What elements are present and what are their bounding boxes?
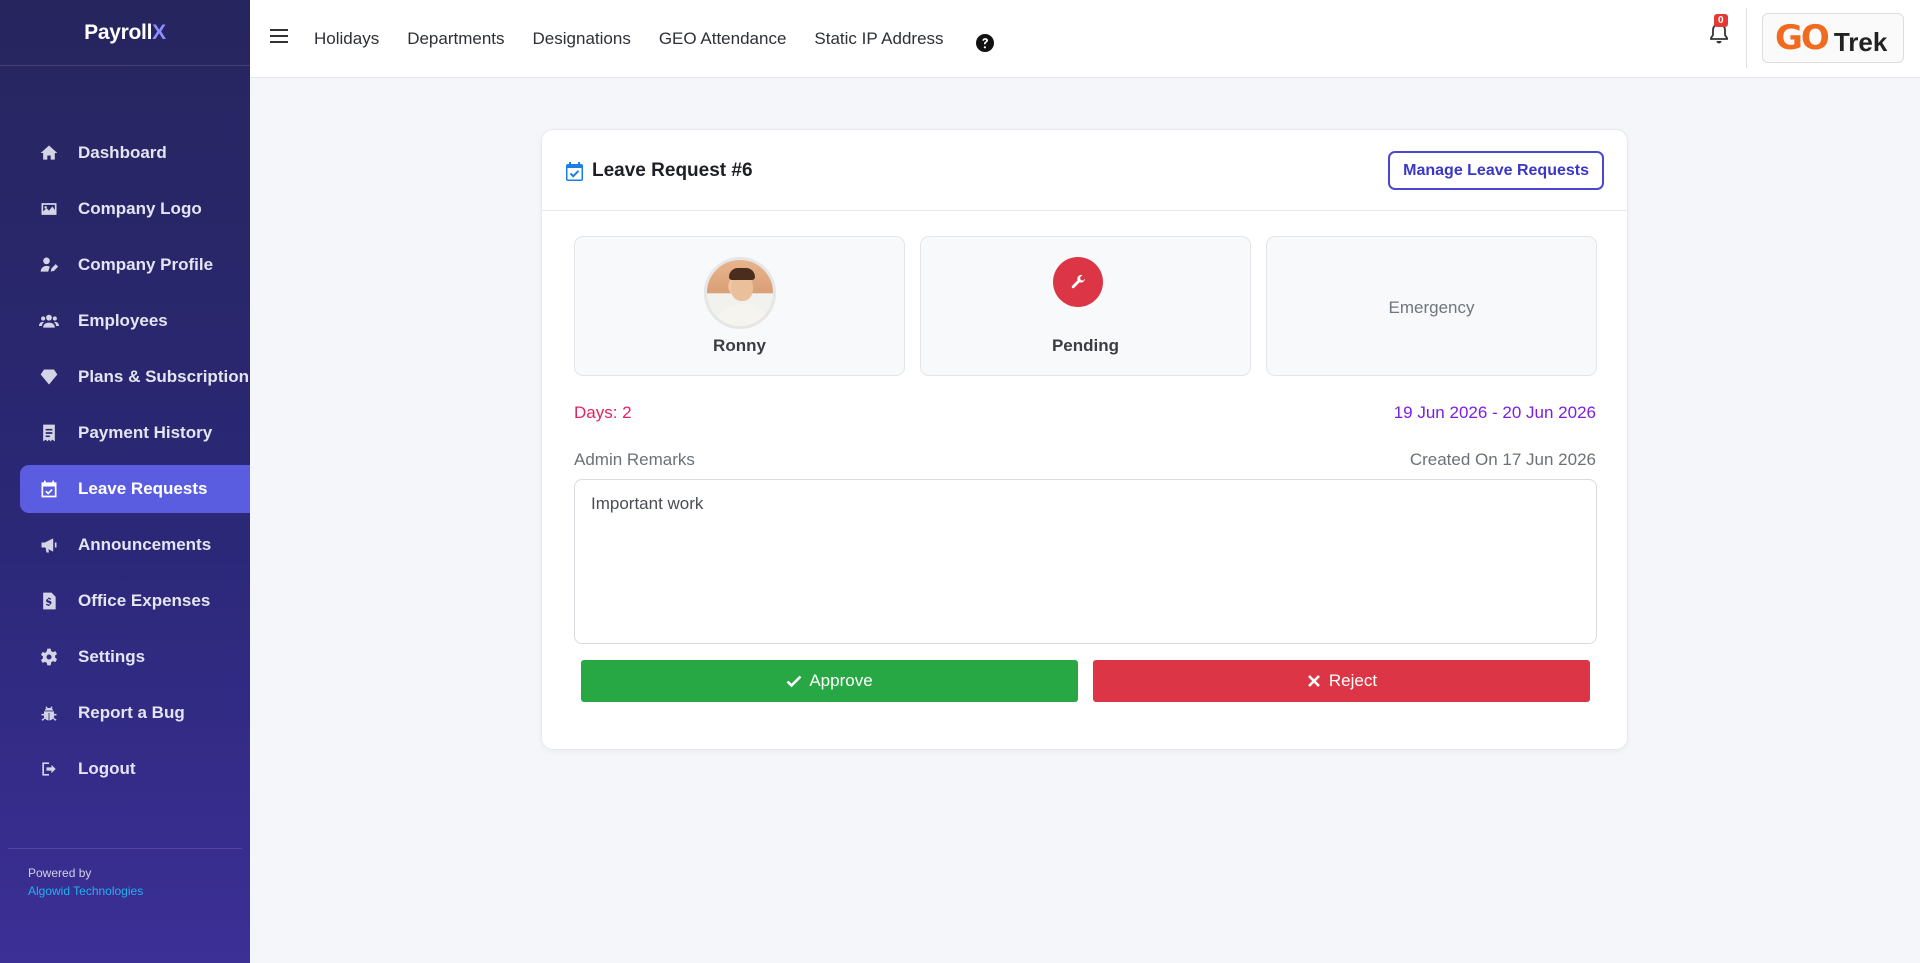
- top-link-geo-attendance[interactable]: GEO Attendance: [659, 29, 787, 49]
- sidebar-item-settings[interactable]: Settings: [0, 633, 250, 681]
- logo-go-text: GO: [1775, 18, 1830, 58]
- file-invoice-dollar-icon: [38, 590, 60, 612]
- leave-request-card: Leave Request #6 Manage Leave Requests R…: [541, 129, 1628, 750]
- sidebar-item-label: Leave Requests: [78, 479, 208, 498]
- admin-remarks-textarea[interactable]: Important work: [574, 479, 1597, 644]
- sidebar-item-label: Payment History: [78, 423, 213, 442]
- approve-button[interactable]: Approve: [581, 660, 1078, 702]
- card-title-text: Leave Request #6: [592, 160, 753, 181]
- user-edit-icon: [38, 254, 60, 276]
- receipt-icon: [38, 422, 60, 444]
- sidebar-item-payment-history[interactable]: Payment History: [0, 409, 250, 457]
- avatar: [704, 257, 776, 329]
- company-link[interactable]: Algowid Technologies: [28, 884, 242, 898]
- gear-icon: [38, 646, 60, 668]
- calendar-check-icon: [38, 478, 60, 500]
- created-on-text: Created On 17 Jun 2026: [1409, 450, 1596, 469]
- users-icon: [38, 310, 60, 332]
- sidebar-footer: Powered by Algowid Technologies: [8, 848, 242, 898]
- top-link-departments[interactable]: Departments: [407, 29, 504, 49]
- notification-count-badge: 0: [1714, 14, 1728, 27]
- approve-button-label: Approve: [809, 671, 873, 690]
- sidebar-item-label: Company Profile: [78, 255, 214, 274]
- wrench-icon: [1071, 274, 1085, 288]
- home-icon: [38, 142, 60, 164]
- sidebar-item-label: Company Logo: [78, 199, 202, 218]
- sidebar-item-dashboard[interactable]: Dashboard: [0, 129, 250, 177]
- check-icon: [786, 675, 802, 688]
- top-navbar: Holidays Departments Designations GEO At…: [250, 0, 1920, 78]
- sidebar-nav: Dashboard Company Logo Company Profile E…: [0, 129, 250, 801]
- brand-name-main: Payroll: [84, 20, 153, 44]
- top-link-designations[interactable]: Designations: [533, 29, 631, 49]
- menu-toggle-icon[interactable]: [270, 29, 288, 43]
- leave-type: Emergency: [1388, 298, 1475, 317]
- navbar-divider: [1746, 8, 1747, 68]
- sidebar-item-company-logo[interactable]: Company Logo: [0, 185, 250, 233]
- sidebar-item-employees[interactable]: Employees: [0, 297, 250, 345]
- bullhorn-icon: [38, 534, 60, 556]
- admin-remarks-label: Admin Remarks: [574, 450, 695, 469]
- close-icon: [1307, 675, 1320, 687]
- powered-by-label: Powered by: [28, 866, 92, 880]
- sidebar-item-company-profile[interactable]: Company Profile: [0, 241, 250, 289]
- page-title: Leave Request #6: [566, 160, 753, 182]
- employee-name: Ronny: [713, 336, 766, 355]
- action-buttons: Approve Reject: [581, 660, 1590, 702]
- employee-tile: Ronny: [574, 236, 905, 376]
- calendar-check-icon: [566, 161, 583, 181]
- reject-button-label: Reject: [1328, 671, 1378, 690]
- brand-name-accent: X: [152, 20, 166, 44]
- status-tile: Pending: [920, 236, 1251, 376]
- status-indicator: [1053, 257, 1103, 307]
- sidebar-item-leave-requests[interactable]: Leave Requests: [20, 465, 250, 513]
- sidebar-item-label: Employees: [78, 311, 168, 330]
- reject-button[interactable]: Reject: [1093, 660, 1590, 702]
- sidebar-item-label: Logout: [78, 759, 136, 778]
- summary-tiles: Ronny Pending Emergency: [574, 236, 1597, 376]
- logo-trek-text: Trek: [1833, 26, 1888, 57]
- manage-leave-requests-button[interactable]: Manage Leave Requests: [1388, 151, 1604, 190]
- sidebar-item-label: Dashboard: [78, 143, 167, 162]
- bug-icon: [38, 702, 60, 724]
- sidebar-item-report-bug[interactable]: Report a Bug: [0, 689, 250, 737]
- top-link-static-ip[interactable]: Static IP Address: [814, 29, 943, 49]
- days-count: Days: 2: [574, 403, 632, 422]
- sidebar: Payroll X Dashboard Company Logo Company …: [0, 0, 250, 963]
- sidebar-item-logout[interactable]: Logout: [0, 745, 250, 793]
- date-range: 19 Jun 2026 - 20 Jun 2026: [1393, 403, 1596, 422]
- top-links: Holidays Departments Designations GEO At…: [314, 29, 972, 49]
- help-icon[interactable]: [975, 33, 995, 53]
- leave-type-tile: Emergency: [1266, 236, 1597, 376]
- brand-logo[interactable]: Payroll X: [0, 0, 250, 66]
- company-logo[interactable]: GO Trek: [1762, 13, 1904, 63]
- sign-out-icon: [38, 758, 60, 780]
- sidebar-item-announcements[interactable]: Announcements: [0, 521, 250, 569]
- gem-icon: [38, 366, 60, 388]
- sidebar-item-label: Settings: [78, 647, 146, 666]
- sidebar-item-label: Report a Bug: [78, 703, 185, 722]
- card-header: Leave Request #6 Manage Leave Requests: [542, 130, 1627, 211]
- sidebar-item-label: Office Expenses: [78, 591, 211, 610]
- sidebar-item-label: Announcements: [78, 535, 212, 554]
- sidebar-item-label: Plans & Subscription: [78, 367, 249, 386]
- sidebar-item-office-expenses[interactable]: Office Expenses: [0, 577, 250, 625]
- image-icon: [38, 198, 60, 220]
- top-link-holidays[interactable]: Holidays: [314, 29, 379, 49]
- status-badge: Pending: [1051, 336, 1120, 355]
- sidebar-item-plans-subscription[interactable]: Plans & Subscription: [0, 353, 250, 401]
